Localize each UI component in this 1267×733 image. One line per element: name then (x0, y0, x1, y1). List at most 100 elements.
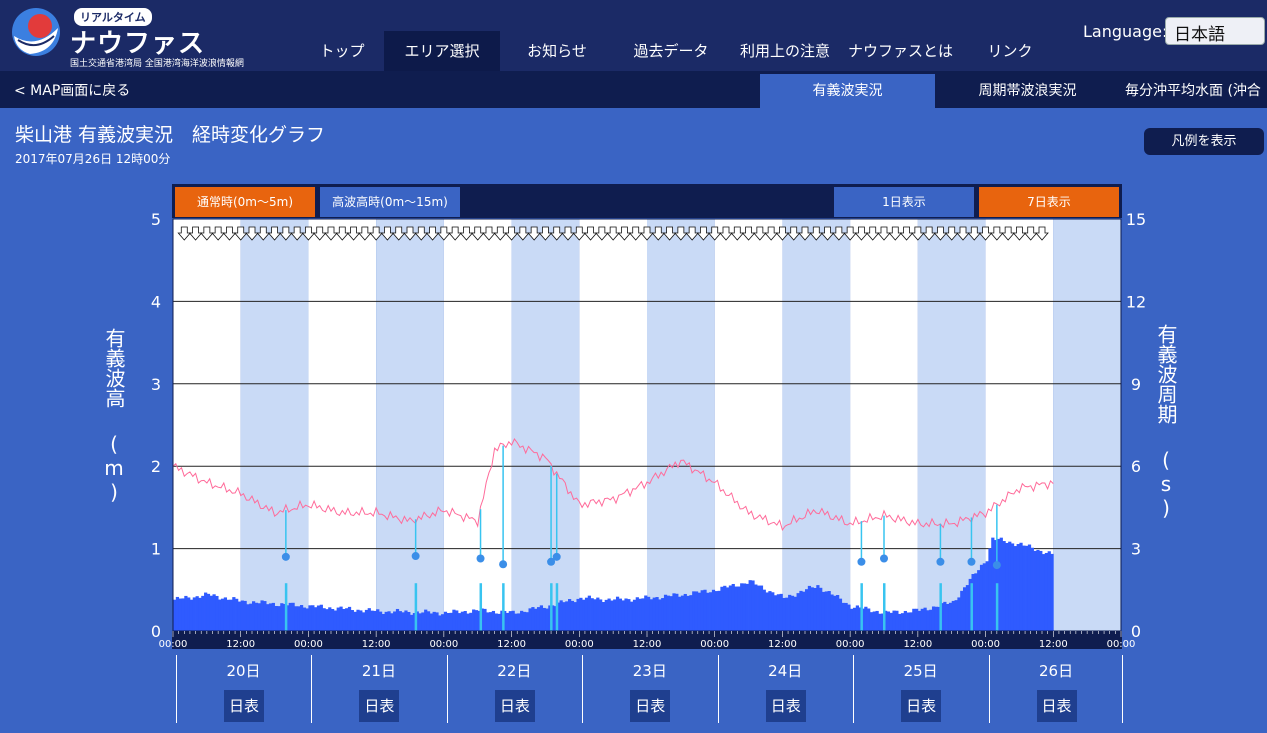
normal-range-button[interactable]: 通常時(0m〜5m) (175, 187, 315, 217)
wave-height-bar (395, 608, 400, 631)
wave-height-bar (951, 600, 955, 631)
wave-direction-arrow-icon (301, 226, 316, 241)
back-to-map-link[interactable]: < MAP画面に戻る (14, 80, 130, 100)
wave-height-bar (441, 614, 445, 631)
wave-height-bar (195, 596, 199, 631)
wave-height-bar (362, 612, 366, 631)
wave-height-bar (319, 604, 323, 631)
wave-height-bar (686, 595, 690, 631)
nav-top[interactable]: トップ (300, 31, 384, 71)
logo[interactable]: リアルタイム ナウファス 国土交通省港湾局 全国港湾海洋波浪情報網 (8, 4, 268, 69)
anomaly-spike (479, 583, 483, 631)
wave-height-bar (709, 592, 713, 631)
wave-direction-arrow-icon (1001, 226, 1016, 241)
wave-height-bar (816, 585, 820, 631)
wave-height-bar (497, 613, 501, 631)
wave-height-bar (483, 608, 487, 631)
day-cell: 22日 日表 (446, 655, 581, 723)
nav-usage-notes[interactable]: 利用上の注意 (728, 31, 836, 71)
wave-height-bar (480, 608, 484, 631)
anomaly-spike (970, 583, 973, 631)
nav-area-select[interactable]: エリア選択 (384, 31, 500, 71)
wave-direction-arrow-icon (865, 226, 880, 241)
wave-height-bar (590, 598, 594, 631)
wave-height-bar (661, 598, 665, 631)
wave-chart: 00:00 12:00 00:00 12:00 00:00 12:00 00:00 12:00… (151, 210, 1146, 650)
wave-height-bar (370, 610, 374, 631)
right-axis-title: 有義波周期 (s) (1144, 324, 1188, 520)
wave-height-bar (943, 601, 947, 631)
wave-height-bar (965, 585, 970, 631)
wave-height-bar (604, 599, 608, 631)
wave-height-bar (249, 603, 253, 631)
wave-direction-arrow-icon (719, 226, 733, 241)
wave-direction-arrow-icon (572, 226, 587, 241)
y2-tick-label: 3 (1131, 540, 1141, 559)
daily-table-button[interactable]: 日表 (359, 690, 400, 722)
wave-direction-arrow-icon (538, 226, 553, 241)
wave-height-bar (1013, 546, 1018, 631)
wave-height-bar (367, 608, 371, 631)
wave-direction-arrow-icon (899, 226, 914, 241)
wave-direction-arrow-icon (527, 226, 542, 241)
wave-height-bar (793, 596, 797, 631)
wave-height-bar (1030, 547, 1034, 631)
nav-links[interactable]: リンク (964, 31, 1056, 71)
wave-height-bar (359, 610, 363, 631)
wave-height-bar (678, 596, 682, 631)
wave-height-bar (266, 604, 270, 631)
one-day-view-button[interactable]: 1日表示 (834, 187, 974, 217)
wave-height-bar (864, 606, 868, 631)
seven-day-view-button[interactable]: 7日表示 (979, 187, 1119, 217)
nav-news[interactable]: お知らせ (500, 31, 614, 71)
wave-height-bar (979, 564, 984, 631)
show-legend-button[interactable]: 凡例を表示 (1144, 128, 1264, 155)
x-tick-label: 12:00 (1039, 639, 1068, 650)
wave-height-bar (635, 597, 639, 631)
wave-height-bar (771, 592, 775, 631)
wave-height-bar (288, 602, 292, 631)
wave-height-bar (692, 591, 696, 631)
wave-height-bar (570, 600, 575, 631)
day-label: 24日 (768, 662, 803, 680)
chart-controls: 通常時(0m〜5m) 高波高時(0m〜15m) 1日表示 7日表示 (172, 184, 1122, 218)
tab-mean-sea-level[interactable]: 毎分沖平均水面 (沖合 (1125, 74, 1267, 108)
wave-height-bar (1044, 552, 1049, 631)
wave-direction-arrow-icon (561, 226, 575, 241)
wave-direction-arrow-icon (470, 226, 485, 241)
language-select[interactable]: 日本語 (1165, 17, 1265, 45)
daily-table-button[interactable]: 日表 (630, 690, 671, 722)
high-wave-range-button[interactable]: 高波高時(0m〜15m) (320, 187, 460, 217)
day-label: 26日 (1039, 662, 1074, 680)
daily-table-button[interactable]: 日表 (765, 690, 806, 722)
wave-direction-arrow-icon (978, 226, 993, 241)
wave-height-bar (957, 597, 961, 631)
daily-table-button[interactable]: 日表 (901, 690, 942, 722)
x-tick-label: 00:00 (700, 639, 729, 650)
wave-height-bar (206, 593, 211, 631)
nav-about[interactable]: ナウファスとは (836, 31, 964, 71)
wave-direction-arrow-icon (831, 226, 846, 241)
wave-direction-arrow-icon (752, 226, 767, 241)
daily-table-button[interactable]: 日表 (224, 690, 264, 722)
wave-direction-arrow-icon (696, 226, 711, 241)
tab-significant-wave[interactable]: 有義波実況 (760, 74, 935, 108)
wave-height-bar (900, 613, 905, 631)
wave-height-bar (782, 597, 786, 631)
tab-period-band[interactable]: 周期帯波浪実況 (950, 74, 1105, 108)
x-tick-label: 00:00 (836, 639, 865, 650)
wave-height-bar (613, 599, 617, 631)
daily-table-button[interactable]: 日表 (494, 690, 535, 722)
wave-height-bar (525, 612, 529, 631)
wave-height-bar (666, 595, 670, 631)
daily-table-button[interactable]: 日表 (1036, 690, 1077, 722)
wave-height-bar (954, 600, 958, 631)
wave-height-bar (415, 611, 419, 631)
wave-height-bar (410, 614, 414, 631)
wave-height-bar (960, 590, 964, 631)
wave-height-bar (364, 609, 369, 631)
nav-past-data[interactable]: 過去データ (614, 31, 728, 71)
wave-height-bar (728, 585, 733, 631)
plot-band (1053, 219, 1121, 631)
wave-height-bar (680, 595, 685, 631)
